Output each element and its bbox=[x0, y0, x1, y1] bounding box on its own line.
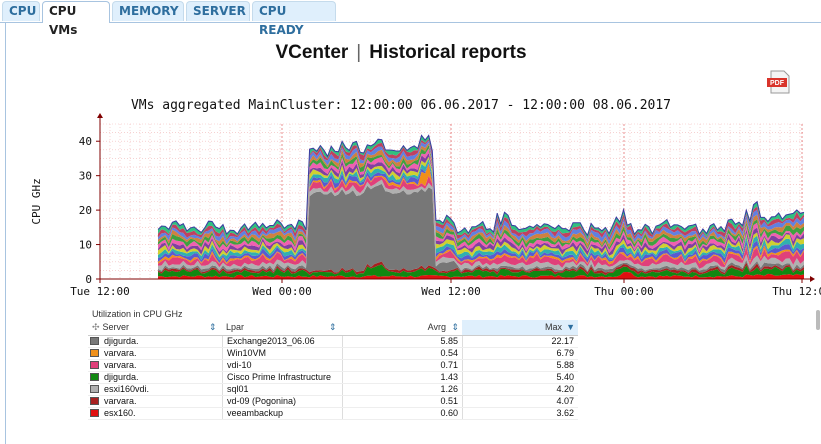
color-swatch bbox=[90, 385, 99, 393]
x-tick-label: Thu 12:00 bbox=[772, 285, 821, 298]
table-row[interactable]: varvara. vdi-10 0.71 5.88 bbox=[88, 360, 578, 372]
max-cell: 6.79 bbox=[462, 348, 578, 359]
series-color-swatch bbox=[88, 408, 100, 419]
series-color-swatch bbox=[88, 384, 100, 395]
x-tick-label: Tue 12:00 bbox=[70, 285, 130, 298]
lpar-cell: vd-09 (Pogonina) bbox=[222, 396, 342, 407]
lpar-cell: Cisco Prime Infrastructure bbox=[222, 372, 342, 383]
table-row[interactable]: esxi160vdi. sql01 1.26 4.20 bbox=[88, 384, 578, 396]
y-tick-label: 10 bbox=[79, 239, 92, 252]
sort-desc-icon[interactable]: ▼ bbox=[565, 322, 575, 332]
color-swatch bbox=[90, 397, 99, 405]
sort-icon[interactable]: ⇕ bbox=[209, 322, 219, 332]
y-axis-label: CPU GHz bbox=[30, 178, 43, 224]
color-swatch bbox=[90, 337, 99, 345]
avrg-cell: 0.60 bbox=[342, 408, 462, 419]
table-caption: Utilization in CPU GHz bbox=[92, 309, 183, 319]
avrg-cell: 0.54 bbox=[342, 348, 462, 359]
lpar-cell: Win10VM bbox=[222, 348, 342, 359]
series-color-swatch bbox=[88, 360, 100, 371]
content-panel: VCenter | Historical reports PDF VMs aggre… bbox=[5, 22, 821, 444]
server-cell: varvara. bbox=[104, 396, 137, 406]
max-cell: 3.62 bbox=[462, 408, 578, 419]
lpar-column-label: Lpar bbox=[226, 322, 245, 332]
table-row[interactable]: varvara. Win10VM 0.54 6.79 bbox=[88, 348, 578, 360]
server-cell: djigurda. bbox=[104, 372, 139, 382]
x-axis-arrow bbox=[810, 276, 815, 282]
server-cell: esx160. bbox=[104, 408, 136, 418]
x-tick-label: Thu 00:00 bbox=[594, 285, 654, 298]
lpar-cell: vdi-10 bbox=[222, 360, 342, 371]
avrg-cell: 1.26 bbox=[342, 384, 462, 395]
table-row[interactable]: varvara. vd-09 (Pogonina) 0.51 4.07 bbox=[88, 396, 578, 408]
table-body: djigurda. Exchange2013_06.06 5.85 22.17 varv… bbox=[88, 336, 578, 420]
lpar-column-header[interactable]: Lpar ⇕ bbox=[222, 320, 342, 335]
lpar-cell: Exchange2013_06.06 bbox=[222, 336, 342, 347]
table-row[interactable]: esx160. veeambackup 0.60 3.62 bbox=[88, 408, 578, 420]
max-cell: 4.20 bbox=[462, 384, 578, 395]
y-axis-arrow bbox=[97, 113, 103, 118]
utilization-table: Utilization in CPU GHz ✣ Server ⇕ Lpar ⇕ … bbox=[88, 308, 578, 420]
server-cell: djigurda. bbox=[104, 336, 139, 346]
tab-memory[interactable]: MEMORY bbox=[112, 1, 184, 21]
cpu-area-chart: 010203040Tue 12:00 Wed 00:00 Wed 12:00 Thu … bbox=[30, 113, 821, 298]
max-column-label: Max bbox=[544, 322, 562, 332]
color-swatch bbox=[90, 373, 99, 381]
table-header: ✣ Server ⇕ Lpar ⇕ Avrg ⇕ Max ▼ bbox=[88, 320, 578, 336]
x-tick-label: Wed 00:00 bbox=[252, 285, 312, 298]
y-tick-label: 30 bbox=[79, 170, 92, 183]
table-row[interactable]: djigurda. Exchange2013_06.06 5.85 22.17 bbox=[88, 336, 578, 348]
server-column-header[interactable]: ✣ Server ⇕ bbox=[88, 320, 222, 335]
max-cell: 5.40 bbox=[462, 372, 578, 383]
x-tick-label: Wed 12:00 bbox=[421, 285, 481, 298]
tab-cpu-ready[interactable]: CPU READY bbox=[252, 1, 336, 37]
tab-server[interactable]: SERVER bbox=[186, 1, 250, 21]
color-swatch bbox=[90, 361, 99, 369]
avrg-column-label: Avrg bbox=[427, 322, 446, 332]
max-cell: 5.88 bbox=[462, 360, 578, 371]
sort-icon[interactable]: ⇕ bbox=[329, 322, 339, 332]
y-tick-label: 20 bbox=[79, 204, 92, 217]
server-cell: varvara. bbox=[104, 360, 137, 370]
tab-cpu[interactable]: CPU bbox=[2, 1, 40, 21]
series-color-swatch bbox=[88, 348, 100, 359]
avrg-cell: 0.51 bbox=[342, 396, 462, 407]
lpar-cell: sql01 bbox=[222, 384, 342, 395]
series-color-swatch bbox=[88, 372, 100, 383]
lpar-cell: veeambackup bbox=[222, 408, 342, 419]
max-cell: 4.07 bbox=[462, 396, 578, 407]
sort-icon[interactable]: ⇕ bbox=[449, 322, 459, 332]
avrg-cell: 0.71 bbox=[342, 360, 462, 371]
tab-cpu-vms[interactable]: CPU VMs bbox=[42, 1, 110, 37]
series-color-swatch bbox=[88, 396, 100, 407]
vertical-scrollbar[interactable] bbox=[814, 308, 821, 348]
y-tick-label: 40 bbox=[79, 135, 92, 148]
server-column-label: Server bbox=[102, 322, 130, 332]
color-swatch bbox=[90, 409, 99, 417]
avrg-cell: 5.85 bbox=[342, 336, 462, 347]
avrg-cell: 1.43 bbox=[342, 372, 462, 383]
color-swatch bbox=[90, 349, 99, 357]
series-color-swatch bbox=[88, 336, 100, 347]
avrg-column-header[interactable]: Avrg ⇕ bbox=[342, 320, 462, 335]
tab-bar: CPU CPU VMs MEMORY SERVER CPU READY bbox=[0, 0, 821, 37]
table-row[interactable]: djigurda. Cisco Prime Infrastructure 1.43 5… bbox=[88, 372, 578, 384]
max-column-header[interactable]: Max ▼ bbox=[462, 320, 578, 335]
server-cell: varvara. bbox=[104, 348, 137, 358]
max-cell: 22.17 bbox=[462, 336, 578, 347]
move-handle-icon[interactable]: ✣ bbox=[92, 322, 100, 332]
scrollbar-thumb[interactable] bbox=[816, 310, 820, 330]
server-cell: esxi160vdi. bbox=[104, 384, 150, 394]
